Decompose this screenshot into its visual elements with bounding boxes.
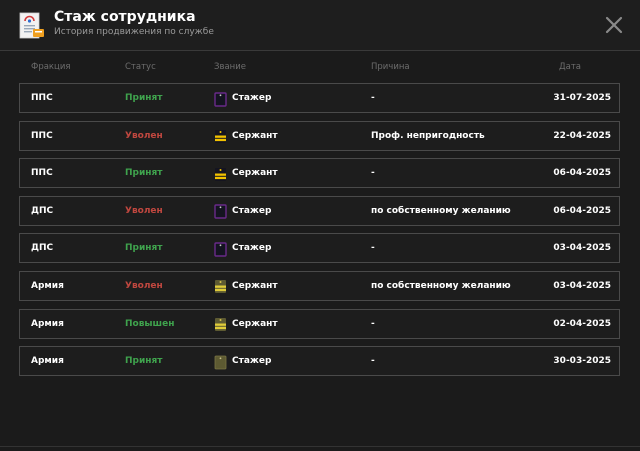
row-status: Принят bbox=[125, 356, 163, 367]
table-row[interactable]: Армия Принят Стажер - 30-03-2025 bbox=[19, 346, 620, 377]
row-status: Повышен bbox=[125, 318, 175, 329]
row-date: 30-03-2025 bbox=[553, 356, 611, 367]
table-row[interactable]: ДПС Уволен Стажер по собственному желанию 06… bbox=[19, 195, 620, 226]
row-date: 06-04-2025 bbox=[553, 205, 611, 216]
row-date: 02-04-2025 bbox=[553, 318, 611, 329]
row-reason: - bbox=[371, 243, 375, 254]
row-rank: Стажер bbox=[214, 347, 271, 375]
police-trainee-shoulder-icon bbox=[214, 203, 227, 219]
row-rank-label: Сержант bbox=[232, 280, 278, 291]
row-date: 03-04-2025 bbox=[553, 243, 611, 254]
row-rank: Сержант bbox=[214, 122, 278, 150]
row-rank-label: Стажер bbox=[232, 93, 272, 103]
row-date: 03-04-2025 bbox=[553, 280, 611, 291]
row-rank-label: Сержант bbox=[232, 318, 278, 329]
column-header-status: Статус bbox=[125, 62, 156, 72]
row-status: Принят bbox=[125, 168, 163, 179]
row-date: 06-04-2025 bbox=[553, 168, 611, 179]
row-faction: ППС bbox=[31, 130, 53, 141]
row-rank-label: Стажер bbox=[232, 243, 272, 254]
row-rank: Сержант bbox=[214, 272, 278, 300]
row-reason: - bbox=[371, 318, 375, 329]
row-rank: Стажер bbox=[214, 197, 271, 225]
police-sergeant-shoulder-icon bbox=[214, 166, 227, 181]
dialog-header: Стаж сотрудника История продвижения по с… bbox=[0, 0, 640, 51]
footer-divider bbox=[0, 446, 640, 447]
police-sergeant-shoulder-icon bbox=[214, 128, 227, 144]
row-reason: - bbox=[371, 93, 375, 103]
column-header-date: Дата bbox=[559, 62, 582, 72]
row-reason: по собственному желанию bbox=[371, 205, 511, 216]
row-reason: - bbox=[371, 168, 375, 179]
column-header-faction: Фракция bbox=[31, 62, 71, 72]
row-status: Принят bbox=[125, 93, 163, 103]
row-faction: Армия bbox=[31, 280, 64, 291]
row-status: Принят bbox=[125, 243, 163, 254]
row-date: 31-07-2025 bbox=[553, 93, 611, 103]
row-status: Уволен bbox=[125, 205, 163, 216]
row-faction: Армия bbox=[31, 356, 64, 367]
table-row[interactable]: Армия Повышен Сержант - 02-04-2025 bbox=[19, 308, 620, 339]
history-table: ППС Принят Стажер - 31-07-2025 ППС Уволен Сержа… bbox=[19, 83, 620, 384]
document-certificate-icon bbox=[19, 12, 44, 39]
table-row[interactable]: Армия Уволен Сержант по собственному желани… bbox=[19, 270, 620, 301]
row-faction: Армия bbox=[31, 318, 64, 329]
row-rank-label: Стажер bbox=[232, 356, 272, 367]
row-faction: ДПС bbox=[31, 205, 54, 216]
army-trainee-shoulder-icon bbox=[214, 354, 227, 370]
table-row[interactable]: ППС Уволен Сержант Проф. непригодность 22-04… bbox=[19, 120, 620, 151]
page-title: Стаж сотрудника bbox=[54, 9, 196, 25]
row-status: Уволен bbox=[125, 280, 163, 291]
row-date: 22-04-2025 bbox=[553, 130, 611, 141]
close-button[interactable] bbox=[603, 14, 625, 36]
army-sergeant-shoulder-icon bbox=[214, 316, 227, 332]
row-rank: Стажер bbox=[214, 84, 271, 112]
row-faction: ДПС bbox=[31, 243, 54, 254]
army-sergeant-shoulder-icon bbox=[214, 278, 227, 294]
page-subtitle: История продвижения по службе bbox=[54, 27, 214, 37]
table-row[interactable]: ДПС Принят Стажер - 03-04-2025 bbox=[19, 233, 620, 264]
police-trainee-shoulder-icon bbox=[214, 91, 227, 107]
row-reason: по собственному желанию bbox=[371, 280, 511, 291]
row-rank: Сержант bbox=[214, 310, 278, 338]
column-header-reason: Причина bbox=[371, 62, 410, 72]
table-row[interactable]: ППС Принят Стажер - 31-07-2025 bbox=[19, 83, 620, 113]
row-faction: ППС bbox=[31, 168, 53, 179]
row-rank-label: Сержант bbox=[232, 130, 278, 141]
row-reason: Проф. непригодность bbox=[371, 130, 485, 141]
column-header-rank: Звание bbox=[214, 62, 246, 72]
table-row[interactable]: ППС Принят Сержант - 06-04-2025 bbox=[19, 158, 620, 189]
row-rank: Сержант bbox=[214, 159, 278, 187]
row-rank: Стажер bbox=[214, 234, 271, 262]
row-rank-label: Стажер bbox=[232, 205, 272, 216]
police-trainee-shoulder-icon bbox=[214, 241, 227, 257]
row-status: Уволен bbox=[125, 130, 163, 141]
row-reason: - bbox=[371, 356, 375, 367]
close-icon bbox=[605, 16, 623, 34]
row-rank-label: Сержант bbox=[232, 168, 278, 179]
row-faction: ППС bbox=[31, 93, 53, 103]
